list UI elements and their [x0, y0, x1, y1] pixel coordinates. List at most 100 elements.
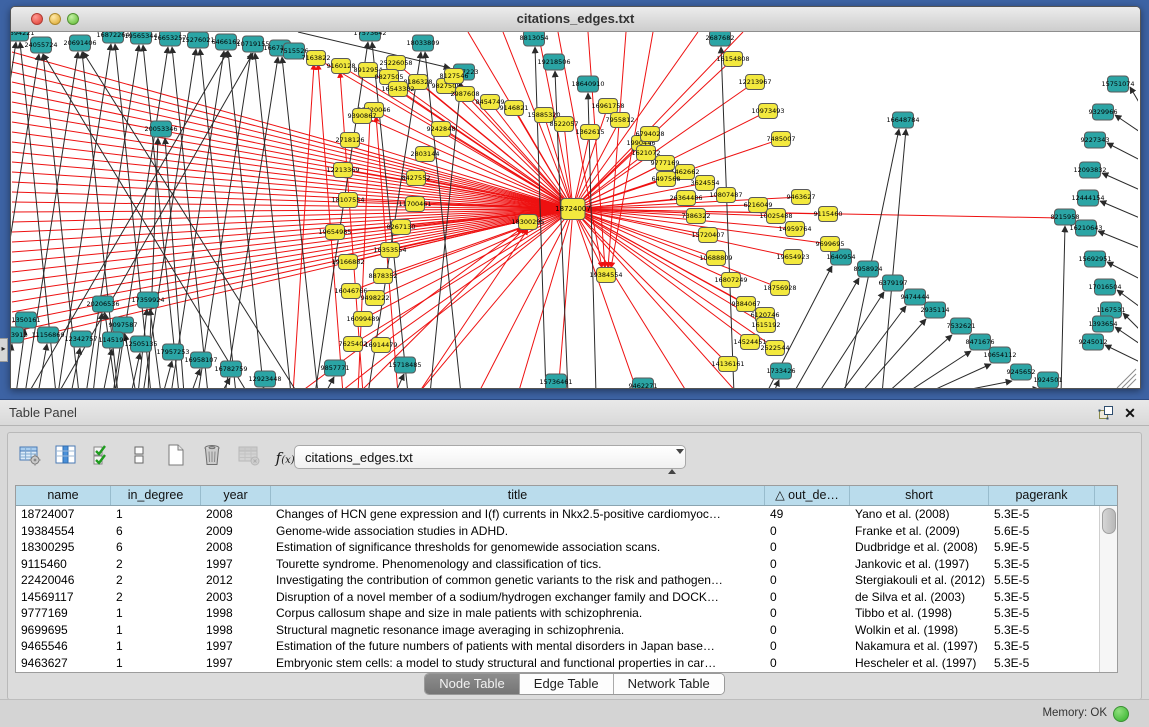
svg-text:9827505: 9827505 [375, 73, 404, 81]
panel-collapse-arrow[interactable]: ▸ [0, 338, 8, 362]
graph-node[interactable]: 6379197 [879, 275, 908, 291]
graph-node[interactable]: 1733426 [767, 363, 796, 379]
svg-text:16099489: 16099489 [346, 315, 379, 323]
graph-node[interactable]: 9245012 [1079, 334, 1108, 350]
graph-node[interactable]: 9329966 [1089, 104, 1118, 120]
graph-node[interactable]: 1350161 [12, 312, 41, 328]
new-document-icon[interactable] [160, 439, 192, 473]
svg-text:12505135: 12505135 [124, 340, 157, 348]
scrollbar-thumb[interactable] [1102, 508, 1116, 534]
svg-text:26364486: 26364486 [669, 194, 702, 202]
svg-text:8127546: 8127546 [440, 72, 469, 80]
table-cell: Changes of HCN gene expression and I(f) … [271, 506, 765, 523]
trash-icon[interactable] [196, 439, 228, 473]
svg-text:7532621: 7532621 [947, 322, 976, 330]
svg-text:17957253: 17957253 [156, 348, 189, 356]
graph-node[interactable]: 1145194 [99, 332, 128, 348]
graph-node[interactable]: 1924501 [1034, 372, 1063, 388]
table-row[interactable]: 1872400712008Changes of HCN gene express… [16, 506, 1117, 523]
column-header-title[interactable]: title [271, 486, 765, 505]
network-graph-canvas[interactable]: 2059422124055724206914061687226419565344… [11, 32, 1138, 388]
network-selector-value: citations_edges.txt [305, 450, 413, 465]
graph-node[interactable]: 18724007 [555, 199, 591, 220]
table-cell: 1998 [201, 605, 271, 622]
svg-text:2935114: 2935114 [921, 306, 950, 314]
table-cell: Embryonic stem cells: a model to study s… [271, 655, 765, 672]
table-cell: 2012 [201, 572, 271, 589]
table-cell: Yano et al. (2008) [850, 506, 989, 523]
graph-node[interactable]: 8813054 [520, 32, 549, 46]
table-cell: 0 [765, 589, 850, 606]
network-selector[interactable]: citations_edges.txt [294, 445, 686, 469]
table-cell: 49 [765, 506, 850, 523]
graph-node[interactable]: 9462271 [629, 378, 658, 388]
svg-text:1733426: 1733426 [767, 367, 796, 375]
table-cell: 2008 [201, 539, 271, 556]
table-cell: 0 [765, 556, 850, 573]
graph-node[interactable]: 2687682 [706, 32, 735, 46]
svg-text:12093832: 12093832 [1073, 166, 1106, 174]
table-cell: 1997 [201, 655, 271, 672]
table-cell: 5.3E-5 [989, 589, 1095, 606]
table-row[interactable]: 911546021997Tourette syndrome. Phenomeno… [16, 556, 1117, 573]
table-row[interactable]: 1938455462009Genome-wide association stu… [16, 523, 1117, 540]
close-icon[interactable]: ✕ [1121, 404, 1139, 422]
table-column-icon[interactable] [50, 439, 82, 473]
graph-node[interactable]: 9245652 [1007, 364, 1036, 380]
table-cell: Jankovic et al. (1997) [850, 556, 989, 573]
svg-text:8427552: 8427552 [402, 174, 431, 182]
svg-text:19166882: 19166882 [331, 258, 364, 266]
column-header-in_degree[interactable]: in_degree [111, 486, 201, 505]
svg-text:9462271: 9462271 [629, 382, 658, 388]
checklist-icon[interactable] [87, 439, 119, 473]
table-cell: 6 [111, 539, 201, 556]
svg-text:9390867: 9390867 [348, 112, 377, 120]
table-row[interactable]: 1456911722003Disruption of a novel membe… [16, 589, 1117, 606]
table-cell: Estimation of significance thresholds fo… [271, 539, 765, 556]
table-cell: Stergiakouli et al. (2012) [850, 572, 989, 589]
svg-text:18640910: 18640910 [571, 80, 604, 88]
table-row[interactable]: 977716911998Corpus callosum shape and si… [16, 605, 1117, 622]
table-cell: 0 [765, 655, 850, 672]
table-cell: Nakamura et al. (1997) [850, 638, 989, 655]
tab-network-table[interactable]: Network Table [614, 674, 724, 694]
delete-table-icon[interactable] [233, 439, 265, 473]
table-row[interactable]: 946554611997Estimation of the future num… [16, 638, 1117, 655]
graph-node[interactable]: 2935114 [921, 302, 950, 318]
table-header-row: namein_degreeyeartitle△ out_de…shortpage… [16, 486, 1117, 506]
svg-text:16210643: 16210643 [1069, 224, 1102, 232]
tab-edge-table[interactable]: Edge Table [520, 674, 614, 694]
svg-text:16543382: 16543382 [381, 85, 414, 93]
table-row[interactable]: 969969511998Structural magnetic resonanc… [16, 622, 1117, 639]
column-header-name[interactable]: name [16, 486, 111, 505]
svg-text:18756928: 18756928 [763, 284, 796, 292]
vertical-scrollbar[interactable] [1099, 506, 1117, 672]
table-cell: 5.3E-5 [989, 556, 1095, 573]
table-settings-icon[interactable] [14, 439, 46, 473]
svg-text:1640954: 1640954 [827, 253, 856, 261]
table-cell: 0 [765, 539, 850, 556]
svg-text:8267130: 8267130 [387, 223, 416, 231]
graph-node[interactable]: 9097587 [109, 317, 138, 333]
rows-icon[interactable] [123, 439, 155, 473]
graph-node[interactable]: 9857771 [321, 360, 350, 376]
graph-node[interactable]: 1393654 [1089, 316, 1118, 332]
column-header-pagerank[interactable]: pagerank [989, 486, 1095, 505]
float-window-icon[interactable] [1097, 404, 1115, 422]
column-header-out_de[interactable]: △ out_de… [765, 486, 850, 505]
column-header-short[interactable]: short [850, 486, 989, 505]
memory-ok-indicator[interactable] [1113, 706, 1129, 722]
tab-node-table[interactable]: Node Table [425, 674, 520, 694]
svg-text:12923448: 12923448 [248, 375, 281, 383]
svg-text:7485007: 7485007 [767, 135, 796, 143]
svg-text:17573642: 17573642 [353, 32, 386, 37]
table-row[interactable]: 1830029562008Estimation of significance … [16, 539, 1117, 556]
svg-text:20594221: 20594221 [11, 32, 35, 37]
graph-node[interactable]: 8958924 [854, 261, 883, 277]
graph-node[interactable]: 9227343 [1081, 132, 1110, 148]
column-header-year[interactable]: year [201, 486, 271, 505]
table-cell: 6 [111, 523, 201, 540]
graph-node[interactable]: 7532621 [947, 318, 976, 334]
table-row[interactable]: 946362711997Embryonic stem cells: a mode… [16, 655, 1117, 672]
table-row[interactable]: 2242004622012Investigating the contribut… [16, 572, 1117, 589]
